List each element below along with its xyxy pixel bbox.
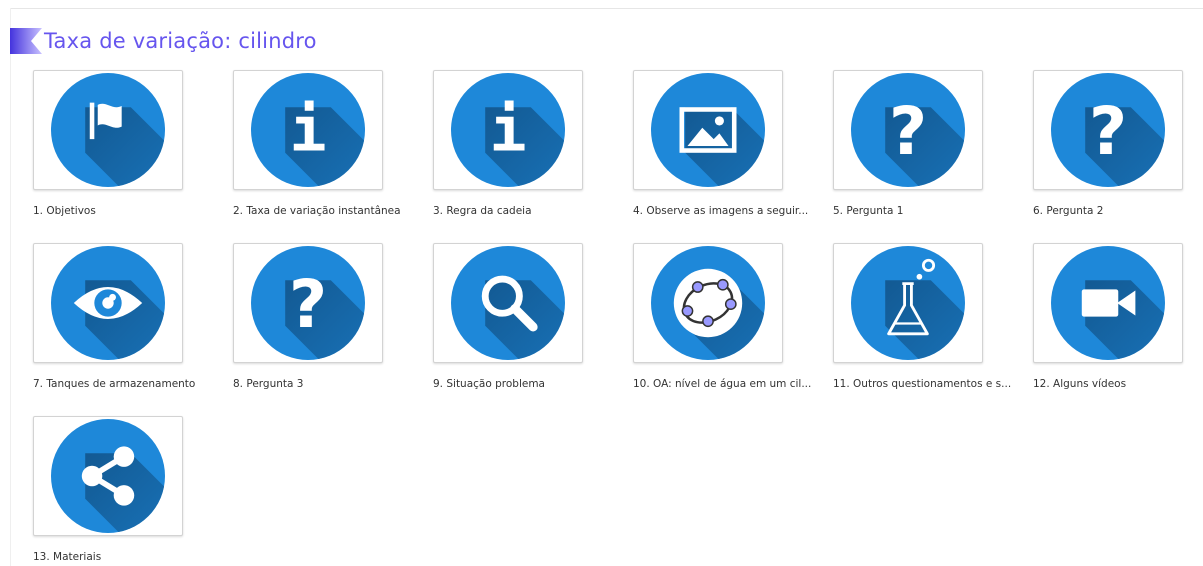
activity-tile[interactable]: ? 5. Pergunta 1 <box>833 70 1033 220</box>
activity-tile[interactable]: 10. OA: nível de água em um cil... <box>633 243 833 393</box>
activity-thumbnail[interactable] <box>833 243 983 363</box>
activity-thumbnail[interactable] <box>33 243 183 363</box>
svg-text:?: ? <box>889 93 927 170</box>
activity-thumbnail[interactable] <box>33 416 183 536</box>
activity-thumbnail[interactable]: i <box>233 70 383 190</box>
page-title: Taxa de variação: cilindro <box>44 29 317 53</box>
video-camera-icon <box>1051 246 1165 360</box>
question-icon: ? <box>251 246 365 360</box>
activity-label[interactable]: 10. OA: nível de água em um cil... <box>633 378 823 390</box>
svg-text:i: i <box>289 94 326 166</box>
activity-thumbnail[interactable] <box>33 70 183 190</box>
question-icon: ? <box>1051 73 1165 187</box>
svg-text:?: ? <box>1089 93 1127 170</box>
activity-tile[interactable]: 1. Objetivos <box>33 70 233 220</box>
activity-tile[interactable]: 7. Tanques de armazenamento <box>33 243 233 393</box>
activity-label[interactable]: 13. Materiais <box>33 551 223 563</box>
geogebra-icon <box>651 246 765 360</box>
activity-label[interactable]: 1. Objetivos <box>33 205 223 217</box>
activity-tile[interactable]: ? 8. Pergunta 3 <box>233 243 433 393</box>
activity-thumbnail[interactable]: i <box>433 70 583 190</box>
search-icon <box>451 246 565 360</box>
activity-thumbnail[interactable]: ? <box>233 243 383 363</box>
activity-tile[interactable]: 11. Outros questionamentos e s... <box>833 243 1033 393</box>
share-icon <box>51 419 165 533</box>
left-divider <box>10 8 11 566</box>
info-icon: i <box>251 73 365 187</box>
activity-label[interactable]: 8. Pergunta 3 <box>233 378 423 390</box>
top-divider <box>10 8 1203 9</box>
activity-thumbnail[interactable] <box>433 243 583 363</box>
activity-tile[interactable]: i 3. Regra da cadeia <box>433 70 633 220</box>
question-icon: ? <box>851 73 965 187</box>
activity-label[interactable]: 7. Tanques de armazenamento <box>33 378 223 390</box>
activity-label[interactable]: 9. Situação problema <box>433 378 623 390</box>
activity-tile[interactable]: i 2. Taxa de variação instantânea <box>233 70 433 220</box>
activity-label[interactable]: 6. Pergunta 2 <box>1033 205 1203 217</box>
activity-label[interactable]: 4. Observe as imagens a seguir... <box>633 205 823 217</box>
page-header: Taxa de variação: cilindro <box>10 24 317 58</box>
activity-label[interactable]: 11. Outros questionamentos e s... <box>833 378 1023 390</box>
activity-label[interactable]: 12. Alguns vídeos <box>1033 378 1203 390</box>
activity-thumbnail[interactable] <box>633 243 783 363</box>
activity-label[interactable]: 3. Regra da cadeia <box>433 205 623 217</box>
info-icon: i <box>451 73 565 187</box>
activity-thumbnail[interactable] <box>633 70 783 190</box>
page: Taxa de variação: cilindro 1. Objetivos … <box>0 0 1203 566</box>
activity-thumbnail[interactable]: ? <box>833 70 983 190</box>
activity-tile[interactable]: 12. Alguns vídeos <box>1033 243 1203 393</box>
activity-thumbnail[interactable] <box>1033 243 1183 363</box>
activity-tile[interactable]: 9. Situação problema <box>433 243 633 393</box>
eye-icon <box>51 246 165 360</box>
header-flag-icon <box>10 28 42 54</box>
activity-tile[interactable]: 4. Observe as imagens a seguir... <box>633 70 833 220</box>
activity-label[interactable]: 2. Taxa de variação instantânea <box>233 205 423 217</box>
activity-tile[interactable]: 13. Materiais <box>33 416 233 566</box>
svg-text:i: i <box>489 94 526 166</box>
image-icon <box>651 73 765 187</box>
activity-thumbnail[interactable]: ? <box>1033 70 1183 190</box>
activity-label[interactable]: 5. Pergunta 1 <box>833 205 1023 217</box>
svg-text:?: ? <box>289 266 327 343</box>
flask-icon <box>851 246 965 360</box>
flag-icon <box>51 73 165 187</box>
activity-tile[interactable]: ? 6. Pergunta 2 <box>1033 70 1203 220</box>
